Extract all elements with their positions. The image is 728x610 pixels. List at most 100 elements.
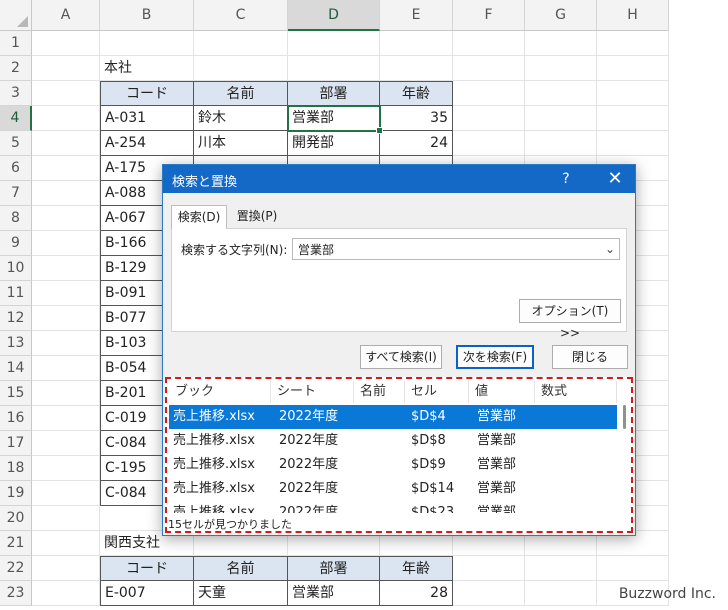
grid-cell[interactable] <box>453 81 525 106</box>
table-cell[interactable]: 天童 <box>194 581 288 606</box>
grid-cell[interactable] <box>380 31 453 56</box>
grid-cell[interactable] <box>100 31 194 56</box>
column-header[interactable]: A <box>32 0 100 31</box>
grid-cell[interactable] <box>525 31 597 56</box>
find-input[interactable]: 営業部 ⌄ <box>292 238 620 260</box>
table-cell[interactable]: 鈴木 <box>194 106 288 131</box>
close-button[interactable]: 閉じる <box>552 345 628 369</box>
grid-cell[interactable] <box>32 206 100 231</box>
table-header-cell[interactable]: 部署 <box>288 81 380 106</box>
grid-cell[interactable] <box>32 156 100 181</box>
row-header[interactable]: 8 <box>0 206 32 231</box>
row-header[interactable]: 13 <box>0 331 32 356</box>
find-next-button[interactable]: 次を検索(F) <box>456 345 534 369</box>
grid-cell[interactable] <box>32 381 100 406</box>
grid-cell[interactable] <box>525 556 597 581</box>
grid-cell[interactable] <box>32 56 100 81</box>
grid-cell[interactable] <box>453 56 525 81</box>
column-header[interactable]: D <box>288 0 380 31</box>
grid-cell[interactable] <box>453 581 525 606</box>
column-header[interactable]: E <box>380 0 453 31</box>
grid-cell[interactable] <box>32 181 100 206</box>
row-header[interactable]: 3 <box>0 81 32 106</box>
grid-cell[interactable] <box>32 556 100 581</box>
grid-cell[interactable] <box>525 131 597 156</box>
grid-cell[interactable] <box>288 56 380 81</box>
row-header[interactable]: 20 <box>0 506 32 531</box>
grid-cell[interactable] <box>32 581 100 606</box>
grid-cell[interactable] <box>525 106 597 131</box>
grid-cell[interactable] <box>380 56 453 81</box>
active-cell-cursor[interactable] <box>287 105 383 134</box>
grid-cell[interactable] <box>525 81 597 106</box>
grid-cell[interactable] <box>597 131 669 156</box>
row-header[interactable]: 12 <box>0 306 32 331</box>
table-header-cell[interactable]: 名前 <box>194 81 288 106</box>
grid-cell[interactable] <box>32 431 100 456</box>
grid-cell[interactable] <box>525 581 597 606</box>
grid-cell[interactable] <box>32 281 100 306</box>
row-header[interactable]: 11 <box>0 281 32 306</box>
grid-cell[interactable] <box>32 331 100 356</box>
grid-cell[interactable] <box>32 81 100 106</box>
options-button[interactable]: オプション(T) >> <box>519 299 621 340</box>
grid-cell[interactable] <box>453 106 525 131</box>
table-cell[interactable]: 35 <box>380 106 453 131</box>
grid-cell[interactable] <box>32 256 100 281</box>
results-list[interactable]: ブック シート 名前 セル値数式 売上推移.xlsx 2022年度 $D$4 営業部 売上推移… <box>165 377 633 533</box>
grid-cell[interactable] <box>194 56 288 81</box>
row-header[interactable]: 9 <box>0 231 32 256</box>
dialog-titlebar[interactable]: 検索と置換 ? ✕ <box>163 165 635 193</box>
grid-cell[interactable] <box>32 231 100 256</box>
table-header-cell[interactable]: 部署 <box>288 556 380 581</box>
result-row[interactable]: 売上推移.xlsx 2022年度 $D$14 営業部 <box>169 477 617 501</box>
chevron-down-icon[interactable]: ⌄ <box>601 239 619 259</box>
result-row[interactable]: 売上推移.xlsx 2022年度 $D$4 営業部 <box>169 405 617 429</box>
row-header[interactable]: 17 <box>0 431 32 456</box>
row-header[interactable]: 1 <box>0 31 32 56</box>
row-header[interactable]: 10 <box>0 256 32 281</box>
column-header[interactable]: G <box>525 0 597 31</box>
table-cell[interactable]: 川本 <box>194 131 288 156</box>
row-header[interactable]: 16 <box>0 406 32 431</box>
find-all-button[interactable]: すべて検索(I) <box>360 345 442 369</box>
row-header[interactable]: 19 <box>0 481 32 506</box>
table-cell[interactable]: A-254 <box>100 131 194 156</box>
table-header-cell[interactable]: 名前 <box>194 556 288 581</box>
grid-cell[interactable] <box>32 406 100 431</box>
table-header-cell[interactable]: 年齢 <box>380 556 453 581</box>
grid-cell[interactable] <box>597 81 669 106</box>
grid-cell[interactable] <box>597 56 669 81</box>
grid-cell[interactable] <box>32 481 100 506</box>
column-header[interactable]: F <box>453 0 525 31</box>
help-button[interactable]: ? <box>551 165 581 193</box>
table-header-cell[interactable]: コード <box>100 556 194 581</box>
result-row[interactable]: 売上推移.xlsx 2022年度 $D$9 営業部 <box>169 453 617 477</box>
row-header[interactable]: 5 <box>0 131 32 156</box>
grid-cell[interactable] <box>194 31 288 56</box>
row-header[interactable]: 14 <box>0 356 32 381</box>
table-cell[interactable]: 開発部 <box>288 131 380 156</box>
find-input-value[interactable]: 営業部 <box>298 241 334 258</box>
grid-cell[interactable] <box>453 31 525 56</box>
grid-cell[interactable] <box>32 531 100 556</box>
result-row[interactable]: 売上推移.xlsx 2022年度 $D$8 営業部 <box>169 429 617 453</box>
row-header[interactable]: 7 <box>0 181 32 206</box>
scrollbar-thumb[interactable] <box>623 405 626 429</box>
column-header[interactable]: B <box>100 0 194 31</box>
row-header[interactable]: 18 <box>0 456 32 481</box>
grid-cell[interactable] <box>525 56 597 81</box>
table-cell[interactable]: 28 <box>380 581 453 606</box>
close-icon[interactable]: ✕ <box>595 165 635 193</box>
grid-cell[interactable] <box>453 131 525 156</box>
table-cell[interactable]: 営業部 <box>288 581 380 606</box>
grid-cell[interactable] <box>32 356 100 381</box>
grid-cell[interactable] <box>597 556 669 581</box>
column-header[interactable]: H <box>597 0 669 31</box>
row-header[interactable]: 2 <box>0 56 32 81</box>
row-header[interactable]: 23 <box>0 581 32 606</box>
row-header[interactable]: 21 <box>0 531 32 556</box>
result-row[interactable]: 売上推移.xlsx 2022年度 $D$23 営業部 <box>169 501 617 513</box>
row-header[interactable]: 22 <box>0 556 32 581</box>
table-cell[interactable]: A-031 <box>100 106 194 131</box>
